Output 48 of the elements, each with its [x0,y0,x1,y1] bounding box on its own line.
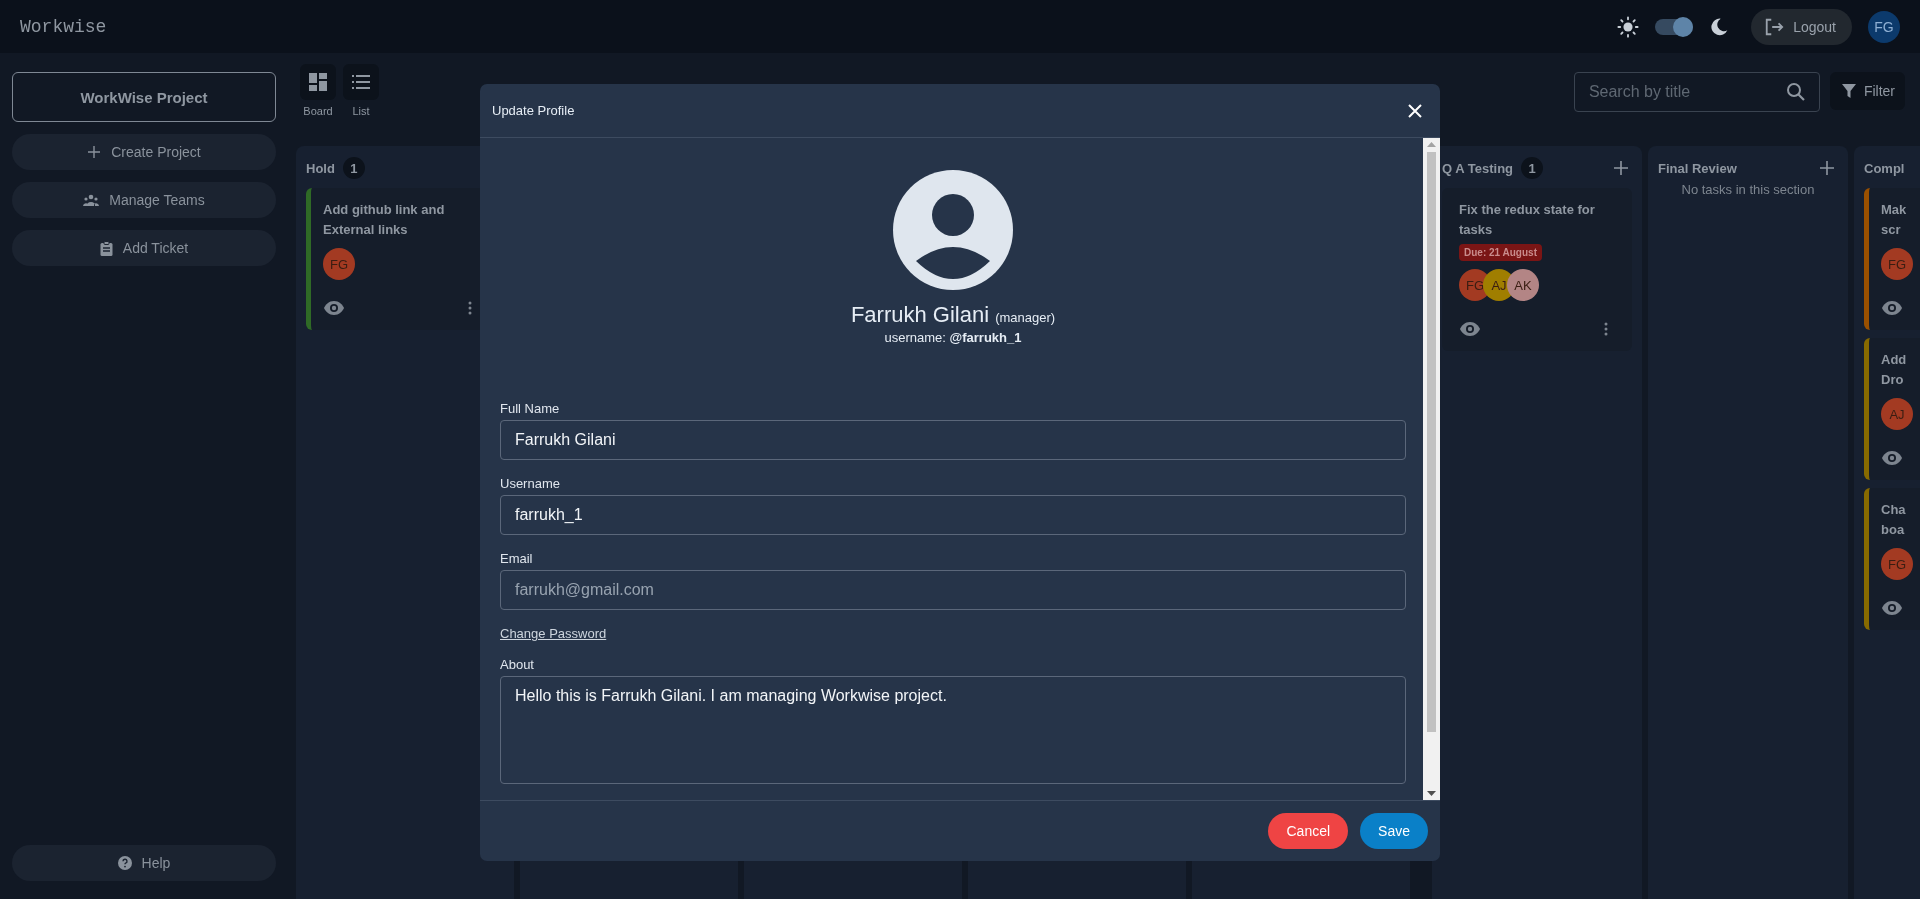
task-card[interactable]: Fix the redux state for tasks Due: 21 August FG AJ AK [1442,188,1632,351]
add-ticket-button[interactable]: Add Ticket [12,230,276,266]
field-label: About [500,657,534,672]
user-avatar[interactable]: FG [1868,10,1900,43]
column-title: Q A Testing [1442,160,1514,176]
project-title[interactable]: WorkWise Project [12,72,276,122]
filter-button[interactable]: Filter [1829,72,1905,110]
task-count: 1 [342,157,365,179]
assignee-avatar: FG [1881,248,1913,280]
task-title: Fix the redux state for tasks [1459,201,1595,239]
save-button[interactable]: Save [1360,813,1428,849]
logout-button[interactable]: Logout [1751,8,1852,45]
empty-message: No tasks in this section [1680,182,1816,197]
view-label: List [352,105,370,117]
app-title: Workwise [20,16,107,37]
view-label: Board [303,105,333,117]
task-title: Mak scr [1881,201,1907,239]
assignee-avatar: AK [1507,269,1539,301]
task-card[interactable]: Cha boa FG [1864,488,1920,630]
column-title: Final Review [1658,160,1737,176]
assignee-avatar: FG [1881,548,1913,580]
field-label: Email [500,551,533,566]
task-title: Cha boa [1881,501,1906,539]
profile-username: username: @farrukh_1 [884,330,1022,345]
field-label: Username [500,476,560,491]
task-count: 1 [1521,157,1544,179]
change-password-link[interactable]: Change Password [500,626,607,641]
help-button[interactable]: Help [12,845,276,881]
profile-role: (manager) [995,310,1056,325]
task-card[interactable]: Add Dro AJ [1864,338,1920,480]
cancel-button[interactable]: Cancel [1268,813,1349,849]
task-card[interactable]: Mak scr FG [1864,188,1920,330]
about-field[interactable]: Hello this is Farrukh Gilani. I am managing Workwise project. [500,676,1406,784]
profile-name: Farrukh Gilani [850,302,990,327]
assignee-avatar: FG [323,248,355,280]
manage-teams-button[interactable]: Manage Teams [12,182,276,218]
create-project-button[interactable]: Create Project [12,134,276,170]
field-label: Full Name [500,401,560,416]
task-title: Add github link and External links [323,201,445,239]
column-title: Hold [306,160,335,176]
task-title: Add Dro [1881,351,1907,389]
search-field[interactable]: Search by title [1573,72,1820,112]
column-title: Compl [1864,160,1905,176]
dialog-title: Update Profile [492,103,575,118]
input-field[interactable]: farrukh_1 [500,495,1406,535]
assignee-avatar: AJ [1881,398,1913,430]
due-date-tag: Due: 21 August [1459,244,1542,261]
input-field[interactable]: Farrukh Gilani [500,420,1406,460]
